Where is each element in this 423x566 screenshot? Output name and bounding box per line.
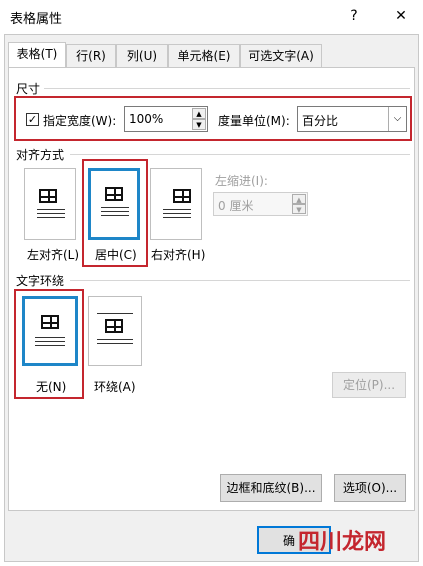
- spin-up-icon[interactable]: ▲: [292, 194, 306, 204]
- measure-label: 度量单位(M):: [218, 114, 290, 128]
- divider: [70, 280, 410, 281]
- borders-shading-button[interactable]: 边框和底纹(B)...: [220, 474, 322, 502]
- text-line-icon: [101, 215, 129, 216]
- wrap-none-label: 无(N): [36, 380, 67, 394]
- text-line-icon: [163, 217, 191, 218]
- table-icon: [105, 319, 123, 333]
- align-right-label: 右对齐(H): [151, 248, 206, 262]
- align-center-option[interactable]: [88, 168, 140, 240]
- indent-value: 0 厘米: [218, 199, 254, 213]
- align-center-label: 居中(C): [95, 248, 137, 262]
- measure-value: 百分比: [302, 114, 339, 128]
- text-line-icon: [163, 209, 191, 210]
- tab-cell[interactable]: 单元格(E): [168, 44, 240, 68]
- options-button[interactable]: 选项(O)...: [334, 474, 406, 502]
- chevron-down-icon[interactable]: ⌵: [388, 107, 406, 131]
- text-line-icon: [163, 213, 191, 214]
- text-line-icon: [35, 345, 65, 346]
- help-button[interactable]: ?: [340, 4, 368, 28]
- tab-alt-text[interactable]: 可选文字(A): [240, 44, 322, 68]
- align-left-label: 左对齐(L): [27, 248, 80, 262]
- wrap-around-option[interactable]: [88, 296, 142, 366]
- size-group-label: 尺寸: [16, 82, 41, 96]
- tab-row[interactable]: 行(R): [66, 44, 116, 68]
- text-line-icon: [35, 341, 65, 342]
- tab-table[interactable]: 表格(T): [8, 42, 66, 68]
- text-line-icon: [37, 209, 65, 210]
- text-line-icon: [97, 313, 133, 314]
- wrap-around-label: 环绕(A): [94, 380, 136, 394]
- spin-up-icon[interactable]: ▲: [192, 108, 206, 119]
- text-line-icon: [97, 343, 133, 344]
- align-left-option[interactable]: [24, 168, 76, 240]
- text-line-icon: [37, 213, 65, 214]
- measure-select[interactable]: 百分比 ⌵: [297, 106, 407, 132]
- width-input[interactable]: 100% ▲ ▼: [124, 106, 208, 132]
- position-button[interactable]: 定位(P)...: [332, 372, 406, 398]
- alignment-group-label: 对齐方式: [16, 148, 65, 162]
- spin-down-icon[interactable]: ▼: [192, 119, 206, 130]
- align-right-option[interactable]: [150, 168, 202, 240]
- text-line-icon: [101, 211, 129, 212]
- close-button[interactable]: ✕: [387, 4, 415, 28]
- watermark: 四川龙网: [298, 530, 387, 555]
- divider: [44, 88, 410, 89]
- indent-input[interactable]: 0 厘米 ▲ ▼: [213, 192, 308, 216]
- dialog-title: 表格属性: [10, 12, 63, 27]
- table-icon: [41, 315, 59, 329]
- text-line-icon: [101, 207, 129, 208]
- table-icon: [105, 187, 123, 201]
- width-value: 100%: [129, 112, 164, 126]
- table-icon: [39, 189, 57, 203]
- wrapping-group-label: 文字环绕: [16, 274, 65, 288]
- text-line-icon: [37, 217, 65, 218]
- text-line-icon: [35, 337, 65, 338]
- wrap-none-option[interactable]: [22, 296, 78, 366]
- table-icon: [173, 189, 191, 203]
- preferred-width-label: 指定宽度(W):: [43, 114, 117, 128]
- preferred-width-checkbox[interactable]: ✓: [26, 113, 39, 126]
- divider: [70, 154, 410, 155]
- indent-label: 左缩进(I):: [215, 174, 268, 188]
- spin-down-icon[interactable]: ▼: [292, 204, 306, 214]
- tab-column[interactable]: 列(U): [116, 44, 168, 68]
- text-line-icon: [97, 339, 133, 340]
